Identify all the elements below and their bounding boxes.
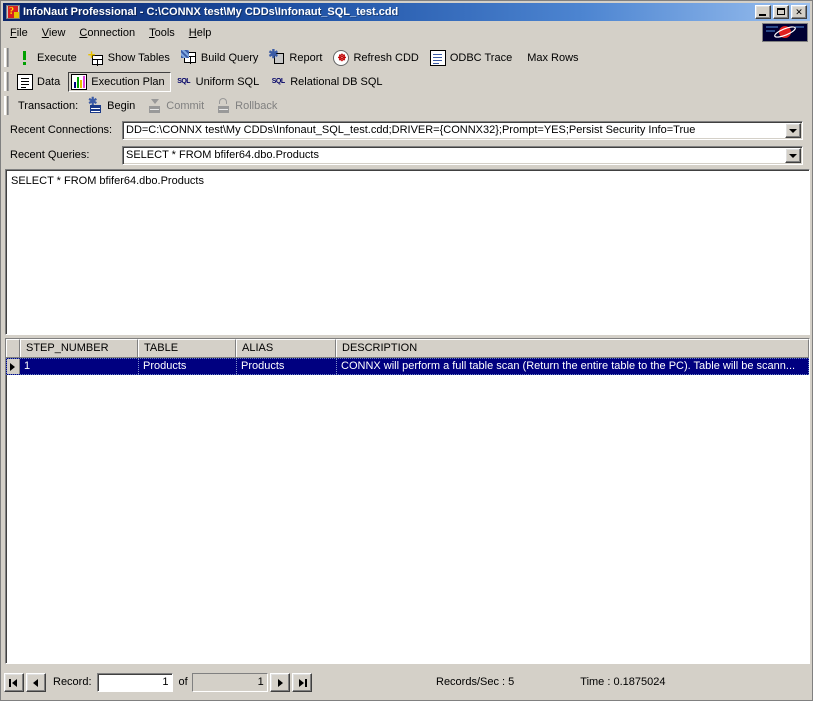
toolbar-transaction: Transaction: ✱ Begin Commit Rollback — [4, 94, 291, 117]
first-record-button[interactable] — [4, 673, 24, 692]
grid-column-step-number[interactable]: STEP_NUMBER — [20, 339, 138, 357]
grid-column-table[interactable]: TABLE — [138, 339, 236, 357]
chevron-down-icon-2[interactable] — [785, 148, 801, 163]
show-tables-button[interactable]: + Show Tables — [85, 48, 176, 68]
toolbar-main: Execute + Show Tables Build Query ✱ Repo… — [4, 46, 599, 69]
tab-execution-plan[interactable]: Execution Plan — [68, 72, 170, 92]
recent-connections-row: Recent Connections: DD=C:\CONNX test\My … — [4, 120, 803, 140]
recent-connections-combo[interactable]: DD=C:\CONNX test\My CDDs\Infonaut_SQL_te… — [122, 121, 803, 140]
cell-description[interactable]: CONNX will perform a full table scan (Re… — [337, 359, 808, 374]
toolbar-grip-3[interactable] — [4, 96, 10, 115]
connx-planet-logo — [762, 23, 808, 42]
refresh-cdd-icon: ☸ — [333, 50, 349, 66]
grid-corner-cell — [6, 339, 20, 357]
record-total: 1 — [192, 673, 268, 692]
bar-chart-icon — [71, 74, 87, 90]
recent-queries-combo[interactable]: SELECT * FROM bfifer64.dbo.Products — [122, 146, 803, 165]
grid-header-row: STEP_NUMBER TABLE ALIAS DESCRIPTION — [6, 339, 809, 358]
recent-connections-value[interactable]: DD=C:\CONNX test\My CDDs\Infonaut_SQL_te… — [123, 123, 785, 138]
menu-bar: File View Connection Tools Help — [3, 22, 810, 43]
question-app-icon: ? — [6, 5, 20, 19]
recent-queries-label: Recent Queries: — [4, 149, 122, 161]
recent-queries-value[interactable]: SELECT * FROM bfifer64.dbo.Products — [123, 148, 785, 163]
time-status: Time : 0.1875024 — [580, 676, 665, 688]
report-button[interactable]: ✱ Report — [266, 48, 328, 68]
toolbar-grip-2[interactable] — [4, 72, 10, 91]
window-controls: ✕ — [755, 5, 809, 19]
transaction-commit-icon — [146, 98, 162, 114]
transaction-label: Transaction: — [14, 100, 84, 112]
current-row-arrow — [7, 359, 20, 374]
grid-column-alias[interactable]: ALIAS — [236, 339, 336, 357]
max-rows-button[interactable]: Max Rows — [520, 48, 590, 68]
sql-editor[interactable]: SELECT * FROM bfifer64.dbo.Products — [5, 169, 810, 335]
report-page-icon: ✱ — [269, 50, 285, 66]
tab-uniform-sql[interactable]: SQL Uniform SQL — [173, 72, 266, 92]
title-bar: ? InfoNaut Professional - C:\CONNX test\… — [3, 3, 810, 21]
recent-connections-label: Recent Connections: — [4, 124, 122, 136]
data-sheet-icon — [17, 74, 33, 90]
status-metrics: Records/Sec : 5 Time : 0.1875024 — [436, 676, 665, 688]
maximize-button[interactable] — [773, 5, 789, 19]
transaction-rollback-icon — [215, 98, 231, 114]
transaction-begin-icon: ✱ — [87, 98, 103, 114]
next-record-button[interactable] — [270, 673, 290, 692]
build-query-button[interactable]: Build Query — [178, 48, 264, 68]
menu-item-file[interactable]: File — [3, 25, 35, 41]
add-table-icon: + — [88, 50, 104, 66]
planet-logo-svg — [763, 24, 807, 41]
table-row[interactable]: 1 Products Products CONNX will perform a… — [6, 358, 809, 375]
previous-record-button[interactable] — [26, 673, 46, 692]
build-query-icon — [181, 50, 197, 66]
toolbar-grip[interactable] — [4, 48, 10, 67]
grid-column-description[interactable]: DESCRIPTION — [336, 339, 809, 357]
record-label: Record: — [53, 676, 92, 688]
transaction-rollback-button[interactable]: Rollback — [212, 96, 283, 116]
cell-alias[interactable]: Products — [237, 359, 337, 374]
last-record-button[interactable] — [292, 673, 312, 692]
close-button[interactable]: ✕ — [791, 5, 807, 19]
odbc-trace-button[interactable]: ODBC Trace — [427, 48, 518, 68]
transaction-commit-button[interactable]: Commit — [143, 96, 210, 116]
menu-item-help[interactable]: Help — [182, 25, 219, 41]
transaction-begin-button[interactable]: ✱ Begin — [84, 96, 141, 116]
menu-item-connection[interactable]: Connection — [72, 25, 142, 41]
minimize-button[interactable] — [755, 5, 771, 19]
status-bar: Record: 1 of 1 Records/Sec : 5 Time : 0.… — [4, 668, 811, 696]
sql-collapse-icon: SQL — [176, 74, 192, 90]
odbc-trace-icon — [430, 50, 446, 66]
recent-queries-row: Recent Queries: SELECT * FROM bfifer64.d… — [4, 145, 803, 165]
tab-relational-db-sql[interactable]: SQL Relational DB SQL — [267, 72, 388, 92]
sql-expand-icon: SQL — [270, 74, 286, 90]
cell-table[interactable]: Products — [139, 359, 237, 374]
application-window: ? InfoNaut Professional - C:\CONNX test\… — [0, 0, 813, 701]
exclamation-green-icon — [17, 50, 33, 66]
chevron-down-icon[interactable] — [785, 123, 801, 138]
record-input[interactable]: 1 — [97, 673, 173, 692]
tab-data[interactable]: Data — [14, 72, 66, 92]
menu-item-view[interactable]: View — [35, 25, 73, 41]
records-per-sec-status: Records/Sec : 5 — [436, 676, 514, 688]
toolbar-view-mode: Data Execution Plan SQL Uniform SQL SQL … — [4, 70, 397, 93]
menu-item-tools[interactable]: Tools — [142, 25, 182, 41]
execution-plan-grid: STEP_NUMBER TABLE ALIAS DESCRIPTION 1 Pr… — [5, 338, 810, 664]
cell-step-number[interactable]: 1 — [20, 359, 139, 374]
of-label: of — [179, 676, 188, 688]
window-title: InfoNaut Professional - C:\CONNX test\My… — [23, 6, 755, 18]
execute-button[interactable]: Execute — [14, 48, 83, 68]
refresh-cdd-button[interactable]: ☸ Refresh CDD — [330, 48, 424, 68]
